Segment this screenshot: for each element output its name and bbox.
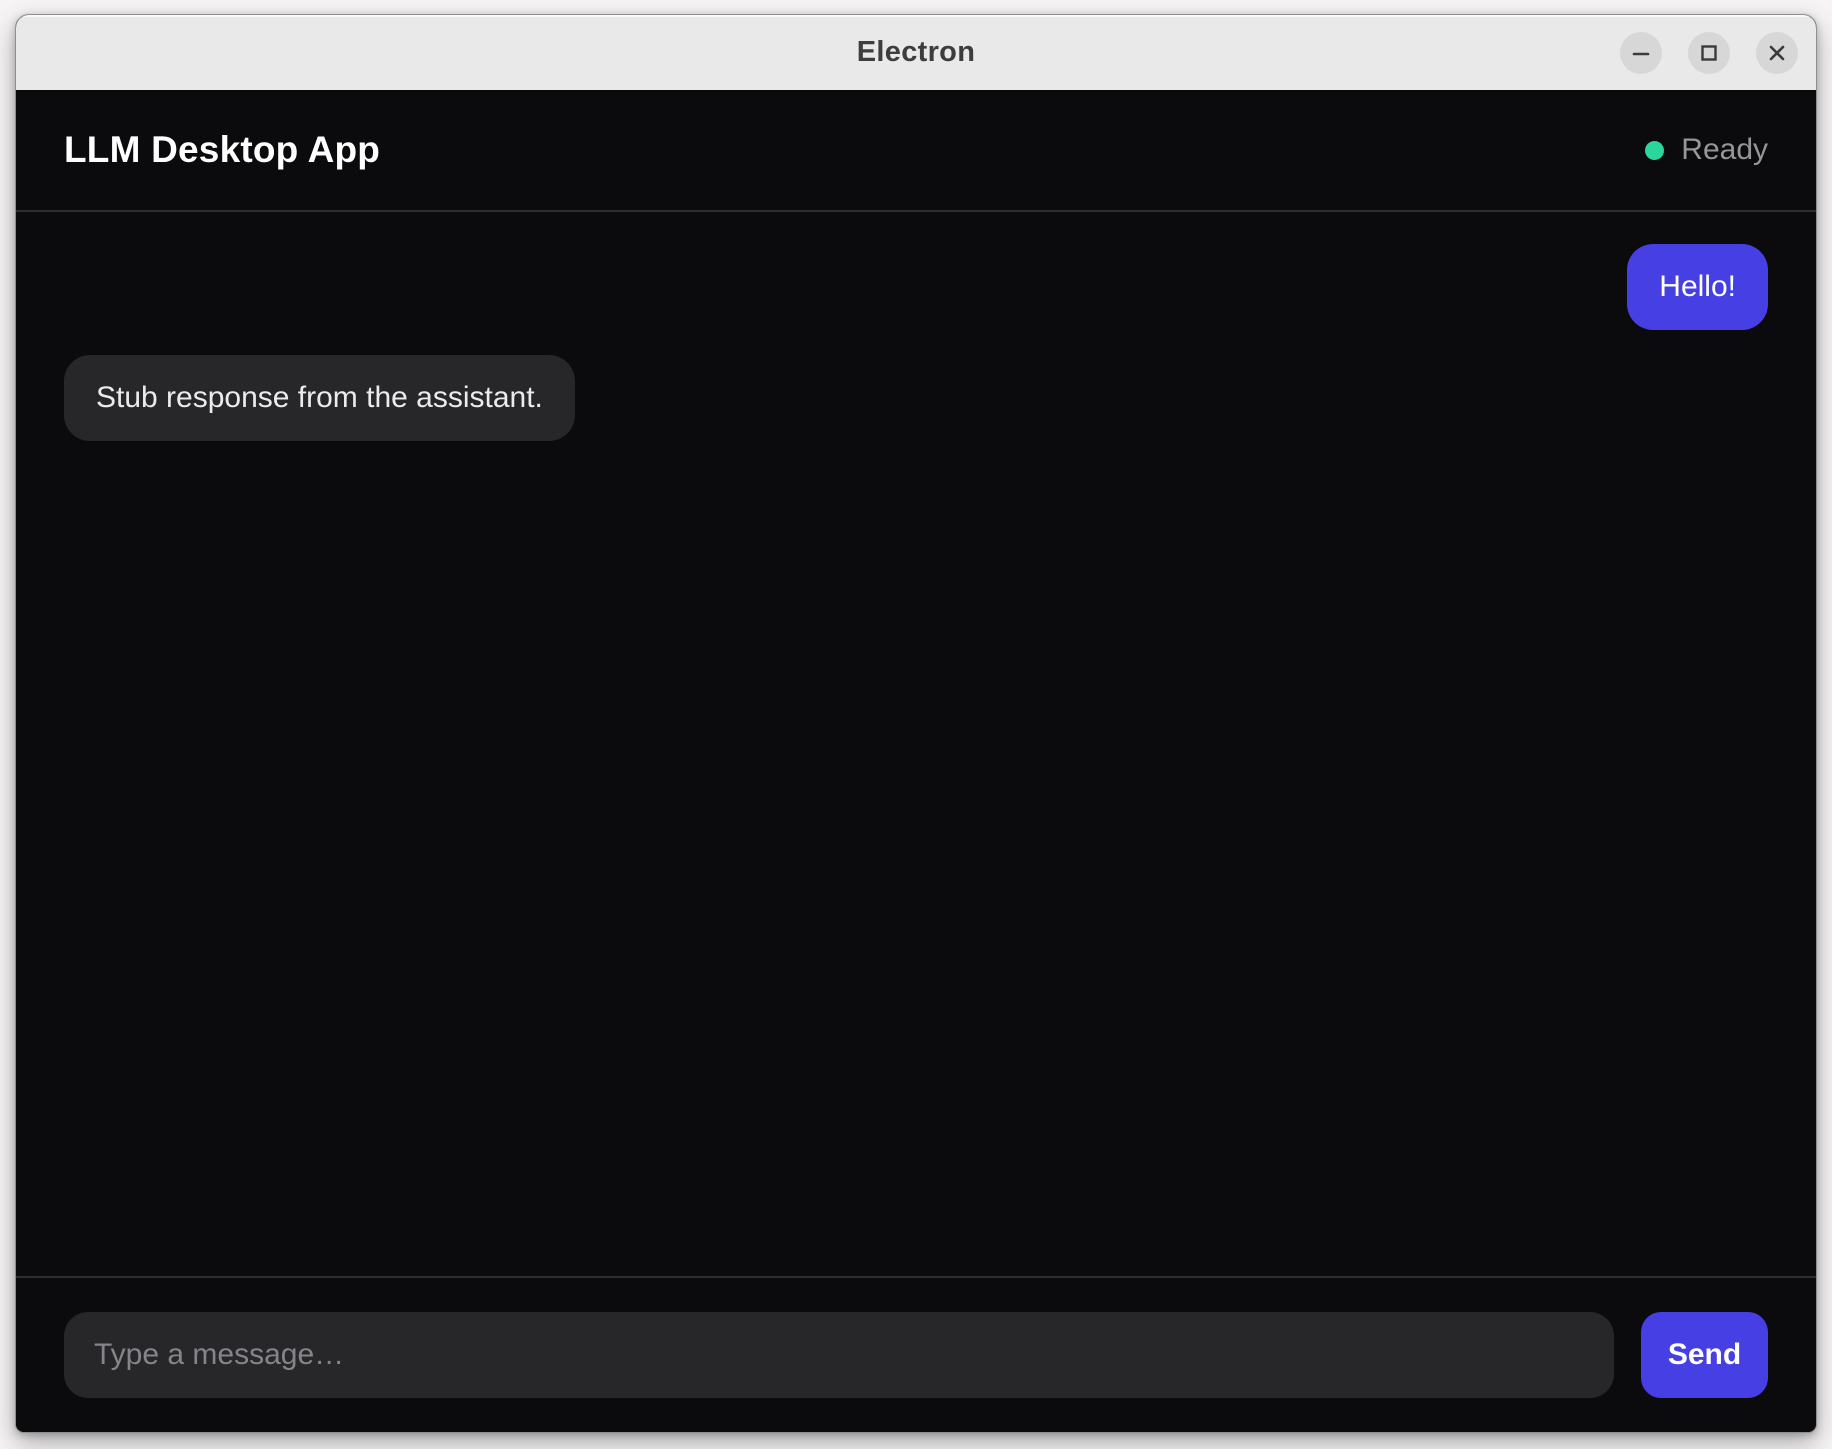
close-button[interactable] <box>1756 32 1798 74</box>
assistant-message-bubble: Stub response from the assistant. <box>64 355 575 441</box>
status-label: Ready <box>1681 133 1768 167</box>
window-controls <box>1620 32 1798 74</box>
maximize-button[interactable] <box>1688 32 1730 74</box>
page-title: LLM Desktop App <box>64 129 380 171</box>
close-icon <box>1767 43 1787 63</box>
send-button[interactable]: Send <box>1641 1312 1768 1398</box>
message-input[interactable] <box>64 1312 1614 1398</box>
app-header: LLM Desktop App Ready <box>16 90 1816 212</box>
app-window: Electron <box>15 14 1817 1433</box>
status-dot-icon <box>1645 141 1664 160</box>
titlebar[interactable]: Electron <box>16 15 1816 90</box>
window-title: Electron <box>857 36 975 69</box>
minimize-button[interactable] <box>1620 32 1662 74</box>
message-list: Hello! Stub response from the assistant. <box>16 212 1816 1276</box>
user-message-bubble: Hello! <box>1627 244 1768 330</box>
minimize-icon <box>1631 43 1651 63</box>
desktop-background: Electron <box>0 0 1832 1449</box>
composer-bar: Send <box>16 1276 1816 1432</box>
status-indicator: Ready <box>1645 133 1768 167</box>
maximize-icon <box>1699 43 1719 63</box>
